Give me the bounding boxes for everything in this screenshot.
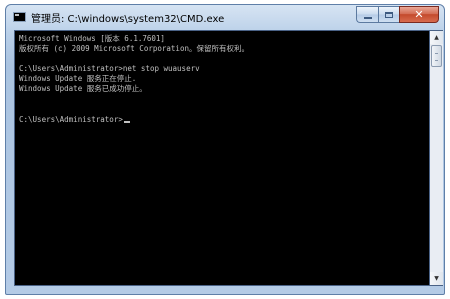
scroll-thumb[interactable] — [431, 45, 442, 67]
close-icon: ✕ — [414, 8, 424, 21]
title-bar[interactable]: 管理员: C:\windows\system32\CMD.exe ✕ — [6, 5, 444, 29]
prompt-text: C:\Users\Administrator> — [19, 115, 123, 124]
minimize-button[interactable] — [356, 6, 378, 23]
console-line-stopping: Windows Update 服务正在停止. — [19, 74, 137, 83]
window-controls: ✕ — [356, 6, 439, 23]
cmd-icon — [13, 12, 26, 22]
vertical-scrollbar[interactable]: ▲ ▼ — [430, 30, 443, 286]
close-button[interactable]: ✕ — [399, 6, 439, 23]
arrow-up-icon: ▲ — [434, 34, 439, 41]
maximize-button[interactable] — [378, 6, 399, 23]
console-line-version: Microsoft Windows [版本 6.1.7601] — [19, 34, 165, 43]
scroll-up-button[interactable]: ▲ — [430, 31, 443, 44]
minimize-icon — [363, 16, 372, 19]
scroll-down-button[interactable]: ▼ — [430, 272, 443, 285]
cmd-window: 管理员: C:\windows\system32\CMD.exe ✕ Micro… — [5, 4, 445, 295]
maximize-icon — [385, 11, 393, 18]
console-line-copyright: 版权所有 (c) 2009 Microsoft Corporation。保留所有… — [19, 44, 249, 53]
grip-icon — [435, 53, 438, 61]
text-cursor — [123, 121, 130, 123]
window-title: 管理员: C:\windows\system32\CMD.exe — [31, 14, 225, 25]
console-line-stopped: Windows Update 服务已成功停止。 — [19, 84, 147, 93]
console-output[interactable]: Microsoft Windows [版本 6.1.7601] 版权所有 (c)… — [14, 30, 430, 286]
arrow-down-icon: ▼ — [434, 275, 439, 282]
console-line-command: C:\Users\Administrator>net stop wuauserv — [19, 64, 200, 73]
console-prompt[interactable]: C:\Users\Administrator> — [19, 115, 130, 124]
